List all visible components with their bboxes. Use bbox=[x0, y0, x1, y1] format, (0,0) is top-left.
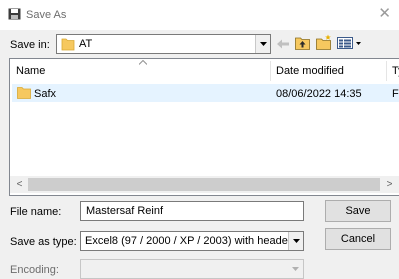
scrollbar-thumb[interactable] bbox=[28, 178, 380, 191]
save-as-type-dropdown-button[interactable] bbox=[288, 232, 303, 250]
column-divider[interactable] bbox=[386, 61, 387, 81]
folder-icon bbox=[61, 38, 75, 51]
chevron-down-icon bbox=[292, 267, 299, 271]
close-icon[interactable]: ✕ bbox=[378, 6, 391, 21]
encoding-dropdown bbox=[80, 259, 304, 279]
column-header-date[interactable]: Date modified bbox=[276, 65, 344, 77]
save-in-dropdown[interactable]: AT bbox=[56, 34, 271, 54]
sort-ascending-icon bbox=[139, 60, 147, 65]
column-divider[interactable] bbox=[270, 61, 271, 81]
up-folder-icon[interactable] bbox=[295, 36, 310, 50]
save-in-value: AT bbox=[79, 38, 93, 50]
file-name-cell[interactable]: Safx bbox=[34, 88, 56, 100]
save-as-type-dropdown[interactable]: Excel8 (97 / 2000 / XP / 2003) with head… bbox=[80, 231, 304, 251]
chevron-down-icon bbox=[260, 42, 267, 46]
chevron-down-icon bbox=[293, 239, 300, 243]
scroll-left-icon[interactable]: < bbox=[11, 176, 28, 193]
views-menu-icon[interactable] bbox=[337, 37, 363, 49]
save-in-dropdown-button[interactable] bbox=[255, 35, 270, 53]
horizontal-scrollbar[interactable]: < > bbox=[10, 176, 399, 193]
file-date-cell: 08/06/2022 14:35 bbox=[276, 88, 362, 100]
window-title: Save As bbox=[26, 9, 67, 21]
file-name-value: Mastersaf Reinf bbox=[86, 205, 164, 217]
file-name-label: File name: bbox=[10, 206, 62, 218]
back-arrow-icon[interactable] bbox=[276, 38, 290, 50]
cancel-button[interactable]: Cancel bbox=[325, 228, 391, 250]
file-type-cell: Fi bbox=[392, 88, 399, 100]
title-bar: Save As ✕ bbox=[0, 0, 399, 30]
encoding-dropdown-button bbox=[288, 260, 303, 278]
save-as-type-value: Excel8 (97 / 2000 / XP / 2003) with head… bbox=[85, 235, 297, 247]
save-in-label: Save in: bbox=[10, 39, 50, 51]
save-as-type-label: Save as type: bbox=[10, 236, 77, 248]
folder-icon bbox=[17, 87, 31, 99]
file-name-input[interactable]: Mastersaf Reinf bbox=[80, 201, 304, 221]
file-list[interactable]: Name Date modified Ty Safx 08/06/2022 14… bbox=[9, 58, 399, 196]
save-as-icon bbox=[8, 8, 21, 20]
new-folder-icon[interactable] bbox=[316, 34, 332, 50]
save-button[interactable]: Save bbox=[325, 200, 391, 222]
encoding-label: Encoding: bbox=[10, 264, 59, 276]
column-header-type[interactable]: Ty bbox=[392, 65, 399, 77]
column-header-name[interactable]: Name bbox=[16, 65, 45, 77]
save-as-dialog: Save As ✕ Save in: AT Name Date modified… bbox=[0, 0, 399, 279]
scroll-right-icon[interactable]: > bbox=[381, 176, 398, 193]
